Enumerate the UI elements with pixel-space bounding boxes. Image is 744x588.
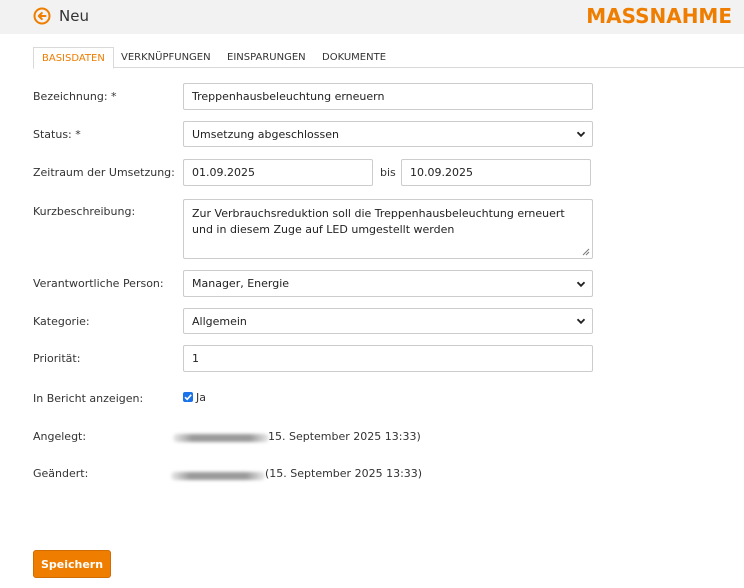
tab-basisdaten[interactable]: BASISDATEN [33, 47, 114, 69]
top-bar: Neu MASSNAHME [0, 0, 744, 34]
checkmark-icon [184, 394, 192, 401]
zeitraum-separator: bis [380, 166, 396, 179]
geaendert-label: Geändert: [33, 467, 89, 480]
zeitraum-to-input[interactable]: 10.09.2025 [401, 159, 591, 186]
verantwortlich-label: Verantwortliche Person: [33, 277, 164, 290]
geaendert-timestamp: (15. September 2025 13:33) [265, 467, 423, 480]
angelegt-timestamp: 15. September 2025 13:33) [268, 430, 421, 443]
brand-title: MASSNAHME [586, 4, 732, 28]
zeitraum-to-value: 10.09.2025 [410, 166, 473, 179]
bericht-checkbox[interactable] [183, 392, 193, 402]
verantwortlich-select[interactable]: Manager, Energie [183, 270, 593, 297]
zeitraum-from-input[interactable]: 01.09.2025 [183, 159, 373, 186]
tab-bar: BASISDATEN VERKNÜPFUNGEN EINSPARUNGEN DO… [33, 47, 744, 69]
prioritaet-value: 1 [192, 352, 199, 365]
back-arrow-icon[interactable] [33, 7, 51, 25]
kategorie-label: Kategorie: [33, 315, 90, 328]
kurzbeschreibung-label: Kurzbeschreibung: [33, 205, 136, 218]
zeitraum-from-value: 01.09.2025 [192, 166, 255, 179]
tab-dokumente[interactable]: DOKUMENTE [314, 47, 394, 68]
zeitraum-label: Zeitraum der Umsetzung: [33, 166, 175, 179]
kurzbeschreibung-textarea[interactable]: Zur Verbrauchsreduktion soll die Treppen… [183, 199, 593, 259]
status-select[interactable]: Umsetzung abgeschlossen [183, 121, 593, 147]
bezeichnung-value: Treppenhausbeleuchtung erneuern [192, 90, 385, 103]
redacted-user-name [171, 472, 265, 480]
status-label: Status: * [33, 128, 81, 141]
resize-grip-icon[interactable] [582, 248, 590, 256]
prioritaet-input[interactable]: 1 [183, 345, 593, 372]
save-button[interactable]: Speichern [33, 550, 111, 578]
chevron-down-icon [576, 131, 586, 138]
chevron-down-icon [576, 318, 586, 325]
bezeichnung-label: Bezeichnung: * [33, 90, 117, 103]
verantwortlich-value: Manager, Energie [192, 277, 290, 290]
bezeichnung-input[interactable]: Treppenhausbeleuchtung erneuern [183, 83, 593, 110]
bericht-option-label: Ja [196, 391, 206, 404]
bericht-label: In Bericht anzeigen: [33, 392, 144, 405]
prioritaet-label: Priorität: [33, 352, 81, 365]
angelegt-label: Angelegt: [33, 430, 87, 443]
page-title: Neu [59, 7, 89, 25]
status-value: Umsetzung abgeschlossen [192, 127, 339, 141]
kategorie-value: Allgemein [192, 314, 247, 328]
redacted-user-name [173, 434, 269, 442]
tab-verknuepfungen[interactable]: VERKNÜPFUNGEN [113, 47, 219, 68]
tab-einsparungen[interactable]: EINSPARUNGEN [219, 47, 314, 68]
chevron-down-icon [576, 281, 586, 287]
kurzbeschreibung-value: Zur Verbrauchsreduktion soll die Treppen… [192, 207, 565, 236]
kategorie-select[interactable]: Allgemein [183, 308, 593, 334]
